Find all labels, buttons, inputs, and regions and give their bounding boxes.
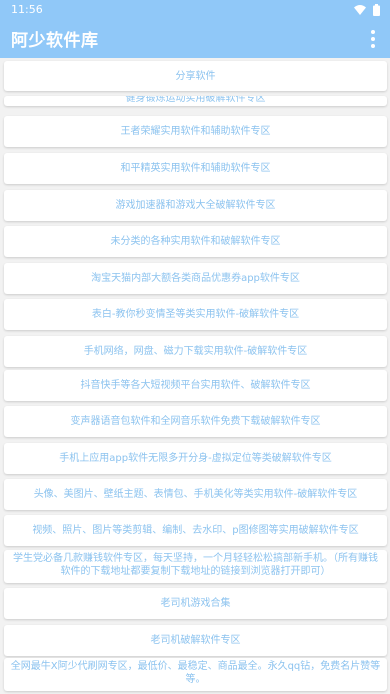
list-item-label: 手机上应用app软件无限多开分身-虚拟定位等类破解软件专区: [59, 453, 332, 464]
list-item-label: 分享软件: [175, 70, 216, 82]
list-item-proxy-service[interactable]: 全网最牛X阿少代刷网专区，最低价、最稳定、商品最全。永久qq钻，免费名片赞等等。: [4, 658, 387, 691]
battery-icon: [373, 3, 380, 16]
list-item-label: 变声器语音包软件和全网音乐软件免费下载破解软件专区: [70, 416, 321, 427]
list-item-label: 未分类的各种实用软件和破解软件专区: [110, 236, 281, 247]
list-item-cracked-software[interactable]: 老司机破解软件专区: [4, 625, 387, 656]
list-item-share-software[interactable]: 分享软件: [4, 61, 387, 91]
list-item-label: 头像、美图片、壁纸主题、表情包、手机美化等类实用软件-破解软件专区: [33, 489, 358, 500]
list-item-label: 全网最牛X阿少代刷网专区，最低价、最稳定、商品最全。永久qq钻，免费名片赞等等。: [10, 661, 381, 685]
list-item-label: 和平精英实用软件和辅助软件专区: [120, 163, 271, 174]
app-title: 阿少软件库: [11, 31, 99, 51]
list-item-app-clone[interactable]: 手机上应用app软件无限多开分身-虚拟定位等类破解软件专区: [4, 443, 387, 474]
list-item-label: 视频、照片、图片等类剪辑、编制、去水印、p图修图等实用破解软件专区: [32, 525, 359, 536]
status-time: 11:56: [11, 3, 43, 16]
list-item-phone-beautify[interactable]: 头像、美图片、壁纸主题、表情包、手机美化等类实用软件-破解软件专区: [4, 479, 387, 510]
list-item-label: 淘宝天猫内部大额各类商品优惠券app软件专区: [91, 273, 300, 284]
list-item-label: 游戏加速器和游戏大全破解软件专区: [115, 200, 276, 211]
list-item-network-download[interactable]: 手机网络，网盘、磁力下载实用软件-破解软件专区: [4, 336, 387, 367]
list-item-short-video[interactable]: 抖音快手等各大短视频平台实用软件、破解软件专区: [4, 370, 387, 401]
list-item-label: 抖音快手等各大短视频平台实用软件、破解软件专区: [80, 380, 311, 391]
list-item-video-editing[interactable]: 视频、照片、图片等类剪辑、编制、去水印、p图修图等实用破解软件专区: [4, 515, 387, 546]
list-item-label: 手机网络，网盘、磁力下载实用软件-破解软件专区: [83, 346, 308, 357]
list-item-label: 王者荣耀实用软件和辅助软件专区: [120, 126, 271, 137]
app-bar: 阿少软件库: [0, 19, 390, 58]
more-vert-icon[interactable]: [366, 28, 380, 50]
list-item-label: 表白-教你秒变情圣等类实用软件-破解软件专区: [91, 309, 300, 320]
list-item-peacekeeper-elite[interactable]: 和平精英实用软件和辅助软件专区: [4, 153, 387, 184]
list-item-taobao-coupons[interactable]: 淘宝天猫内部大额各类商品优惠券app软件专区: [4, 263, 387, 294]
list-item-game-collection[interactable]: 老司机游戏合集: [4, 588, 387, 619]
list-item-confession[interactable]: 表白-教你秒变情圣等类实用软件-破解软件专区: [4, 299, 387, 330]
list-item-voice-changer[interactable]: 变声器语音包软件和全网音乐软件免费下载破解软件专区: [4, 406, 387, 437]
list-item-honor-of-kings[interactable]: 王者荣耀实用软件和辅助软件专区: [4, 116, 387, 147]
wifi-icon: [354, 4, 366, 15]
list-item-label: 学生党必备几款赚钱软件专区，每天坚持，一个月轻轻松松搞部新手机。（所有赚钱软件的…: [13, 553, 378, 577]
list-item-uncategorized[interactable]: 未分类的各种实用软件和破解软件专区: [4, 226, 387, 257]
list-item-fitness[interactable]: 健身锻炼运动实用破解软件专区: [4, 96, 387, 106]
status-icons: [354, 3, 380, 16]
list-item-money-apps[interactable]: 学生党必备几款赚钱软件专区，每天坚持，一个月轻轻松松搞部新手机。（所有赚钱软件的…: [4, 550, 387, 583]
list-item-label: 老司机破解软件专区: [150, 635, 241, 646]
list-item-label: 健身锻炼运动实用破解软件专区: [125, 96, 266, 104]
list-item-game-accelerator[interactable]: 游戏加速器和游戏大全破解软件专区: [4, 190, 387, 221]
status-bar: 11:56: [0, 0, 390, 19]
list-item-label: 老司机游戏合集: [160, 598, 231, 609]
